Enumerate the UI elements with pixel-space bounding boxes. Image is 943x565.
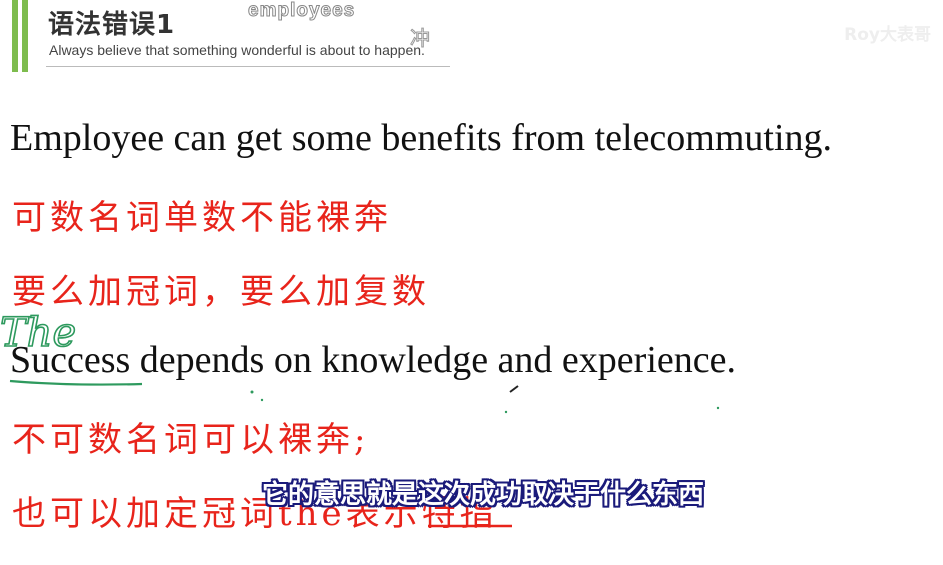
ink-dot [504,410,508,414]
handwritten-annotation: The [0,310,76,356]
ink-dot [250,390,254,394]
ink-dot [260,398,264,402]
ink-dot [716,406,720,410]
pen-cursor [509,385,519,393]
video-caption: 它的意思就是这次成功取决于什么东西 [262,480,705,510]
ink-underline-success [9,379,143,386]
